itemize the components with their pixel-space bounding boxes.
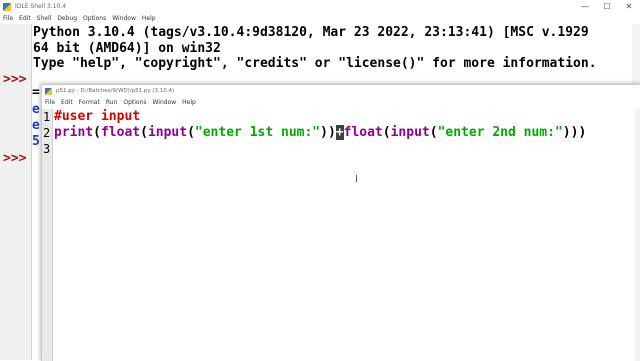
menu-edit[interactable]: Edit	[16, 15, 34, 22]
editor-menu-run[interactable]: Run	[103, 99, 121, 106]
menu-file[interactable]: File	[0, 15, 16, 22]
code-token: (	[93, 125, 101, 140]
text-cursor: +	[335, 125, 344, 140]
shell-partial-text: 5	[32, 134, 40, 149]
line-number: 1	[43, 110, 51, 124]
menu-options[interactable]: Options	[80, 15, 109, 22]
code-token-string: "enter 1st num:"	[194, 125, 321, 140]
code-token: (	[140, 125, 148, 140]
menu-debug[interactable]: Debug	[54, 15, 80, 22]
line-number: 2	[43, 126, 51, 140]
code-token: ))	[320, 125, 336, 140]
mouse-ibeam-cursor	[356, 175, 357, 182]
shell-output-line: Type "help", "copyright", "credits" or "…	[33, 56, 597, 71]
code-line-1[interactable]: #user input	[54, 109, 140, 124]
editor-scrollbar[interactable]	[635, 109, 640, 361]
editor-menu-options[interactable]: Options	[120, 99, 149, 106]
editor-window: p51.py - D:/Batches/9(WD)/p51.py (3.10.4…	[41, 84, 640, 361]
window-controls: — ☐ ✕	[574, 0, 640, 13]
python-file-icon	[45, 87, 52, 95]
editor-menu-edit[interactable]: Edit	[58, 99, 76, 106]
minimize-button[interactable]: —	[574, 0, 596, 13]
menu-shell[interactable]: Shell	[34, 15, 55, 22]
maximize-button[interactable]: ☐	[596, 0, 618, 13]
shell-output-line: Python 3.10.4 (tags/v3.10.4:9d38120, Mar…	[33, 25, 589, 40]
code-token-builtin: float	[343, 125, 383, 140]
editor-titlebar[interactable]: p51.py - D:/Batches/9(WD)/p51.py (3.10.4…	[42, 85, 640, 97]
code-token: (	[382, 125, 391, 140]
editor-title: p51.py - D:/Batches/9(WD)/p51.py (3.10.4…	[56, 88, 175, 94]
code-token: )))	[562, 125, 587, 140]
code-token-builtin: float	[100, 125, 141, 140]
code-token-builtin: print	[54, 125, 94, 140]
close-button[interactable]: ✕	[618, 0, 640, 13]
code-token-builtin: input	[147, 125, 188, 140]
editor-menu-file[interactable]: File	[42, 99, 58, 106]
shell-title: IDLE Shell 3.10.4	[15, 3, 67, 10]
shell-prompt-gutter: >>> >>>	[0, 24, 32, 360]
python-app-icon	[3, 2, 11, 11]
code-token-builtin: input	[390, 125, 430, 140]
shell-menubar: File Edit Shell Debug Options Window Hel…	[0, 13, 640, 24]
shell-output-line: 64 bit (AMD64)] on win32	[33, 41, 221, 56]
shell-partial-text: =	[32, 85, 40, 100]
code-token-string: "enter 2nd num:"	[437, 125, 563, 140]
shell-partial-text: e	[32, 118, 40, 133]
shell-prompt: >>>	[3, 72, 27, 87]
shell-partial-text: e	[32, 102, 40, 117]
code-token: (	[429, 125, 438, 140]
menu-window[interactable]: Window	[109, 15, 139, 22]
code-line-2[interactable]: print(float(input("enter 1st num:"))+flo…	[54, 125, 586, 140]
editor-menu-help[interactable]: Help	[179, 99, 199, 106]
editor-menu-window[interactable]: Window	[150, 99, 180, 106]
editor-menubar: File Edit Format Run Options Window Help	[42, 97, 640, 108]
shell-prompt: >>>	[3, 151, 27, 166]
editor-menu-format[interactable]: Format	[76, 99, 103, 106]
line-number: 3	[43, 142, 51, 156]
code-token: (	[187, 125, 195, 140]
menu-help[interactable]: Help	[139, 15, 159, 22]
shell-titlebar[interactable]: IDLE Shell 3.10.4 — ☐ ✕	[0, 0, 640, 13]
line-number-gutter: 1 2 3	[42, 109, 53, 361]
